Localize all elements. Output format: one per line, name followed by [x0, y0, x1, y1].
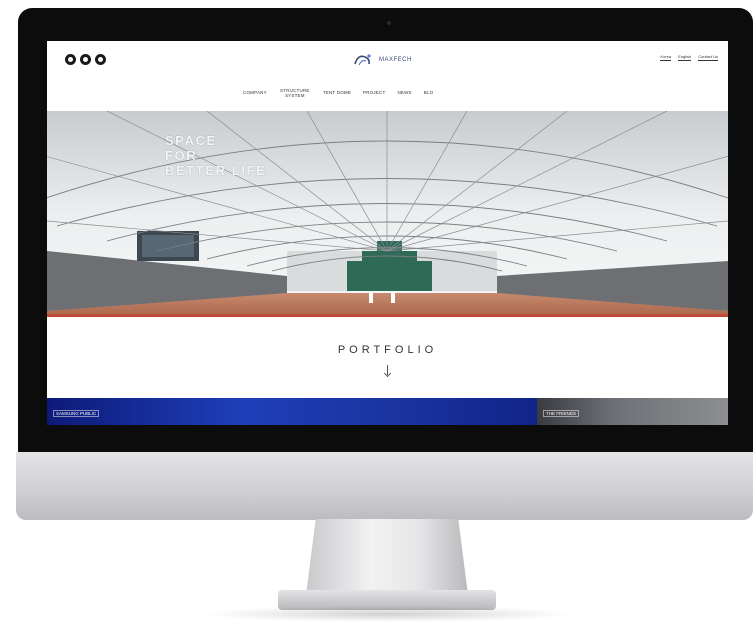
- utility-link-contact[interactable]: Contact Us: [698, 54, 718, 61]
- social-icon[interactable]: [80, 54, 91, 65]
- social-icons: [65, 54, 106, 65]
- hero-tagline: SPACE FOR BETTER LIFE: [165, 133, 267, 178]
- portfolio-tile-left-label: SAMSUNG PUBLIC: [53, 410, 100, 417]
- logo-mark-icon: [354, 54, 371, 66]
- social-icon[interactable]: [65, 54, 76, 65]
- nav-item-structure-system[interactable]: STRUCTURE SYSTEM: [279, 88, 311, 98]
- utility-links: Korea English Contact Us: [660, 54, 718, 61]
- hero-image: [47, 111, 728, 317]
- arrow-down-icon[interactable]: [387, 365, 388, 375]
- portfolio-tile-right[interactable]: THE FRIENDS: [537, 398, 728, 425]
- monitor-chin: [16, 452, 753, 520]
- screen: MAXFECH Korea English Contact Us COMPANY…: [47, 41, 728, 425]
- nav-item-blog[interactable]: BLO: [424, 90, 434, 98]
- hero-banner: SPACE FOR BETTER LIFE: [47, 111, 728, 317]
- main-nav: COMPANY STRUCTURE SYSTEM TENT DOME PROJE…: [243, 88, 434, 98]
- nav-item-tent-dome[interactable]: TENT DOME: [323, 90, 351, 98]
- nav-item-project[interactable]: PROJECT: [363, 90, 385, 98]
- utility-link-english[interactable]: English: [678, 54, 692, 61]
- site-header: MAXFECH Korea English Contact Us COMPANY…: [47, 41, 728, 111]
- logo-text: MAXFECH: [379, 57, 412, 63]
- social-icon[interactable]: [95, 54, 106, 65]
- utility-link-korea[interactable]: Korea: [660, 54, 672, 61]
- nav-item-company[interactable]: COMPANY: [243, 90, 267, 98]
- site-logo[interactable]: MAXFECH: [352, 52, 412, 68]
- monitor-stand: [306, 519, 468, 595]
- portfolio-heading: PORTFOLIO: [337, 344, 438, 356]
- webcam-icon: [387, 21, 391, 25]
- portfolio-tile-right-label: THE FRIENDS: [543, 410, 580, 417]
- portfolio-tile-left[interactable]: SAMSUNG PUBLIC: [47, 398, 537, 425]
- nav-item-news[interactable]: NEWS: [397, 90, 411, 98]
- base-shadow: [200, 606, 574, 622]
